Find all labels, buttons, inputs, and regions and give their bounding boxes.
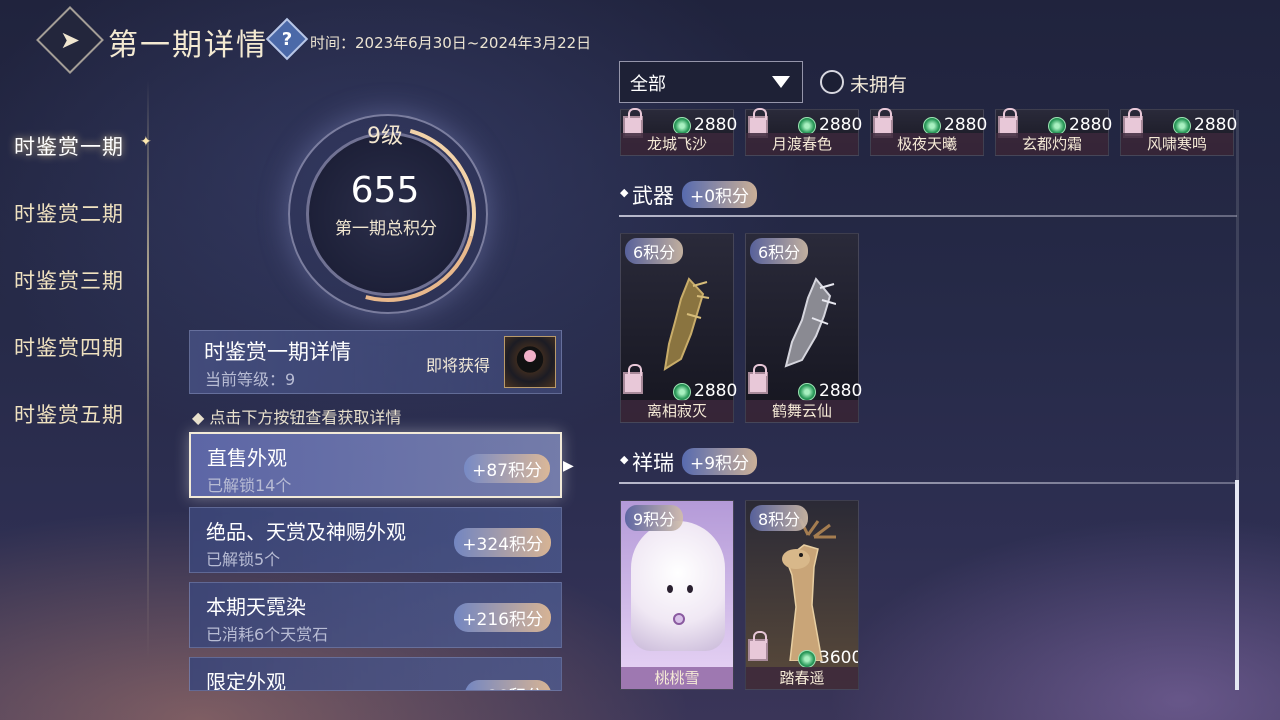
mount-card[interactable]: 9积分 桃桃雪 bbox=[620, 500, 734, 690]
eye bbox=[667, 585, 673, 593]
coming-soon-label: 即将获得 bbox=[426, 356, 491, 375]
filter-selected: 全部 bbox=[630, 74, 666, 95]
back-arrow-icon[interactable]: ➤ bbox=[52, 22, 88, 58]
section-diamond-icon: ◆ bbox=[620, 186, 629, 199]
card-name: 离相寂灭 bbox=[621, 400, 733, 422]
scrollbar-thumb[interactable] bbox=[1235, 480, 1239, 690]
lock-icon bbox=[748, 364, 768, 394]
nav-item-period-3[interactable]: 时鉴赏三期 bbox=[14, 265, 124, 295]
level-label: 9级 bbox=[367, 124, 403, 149]
card-price: 2880 bbox=[819, 115, 863, 135]
category-sub: 已解锁14个 bbox=[207, 476, 292, 495]
outfit-card[interactable]: 2880 风啸寒鸣 bbox=[1120, 108, 1238, 156]
card-points: 9积分 bbox=[625, 505, 684, 531]
category-points: +216积分 bbox=[454, 603, 551, 632]
weapon-card[interactable]: 6积分 2880 鹤舞云仙 bbox=[745, 233, 863, 423]
eye bbox=[687, 585, 693, 593]
card-points: 8积分 bbox=[750, 505, 809, 531]
category-sub: 已消耗6个天赏石 bbox=[206, 625, 329, 644]
jade-coin-icon bbox=[798, 383, 816, 401]
nav-item-period-1[interactable]: 时鉴赏一期 bbox=[14, 131, 124, 161]
upcoming-reward-thumbnail[interactable] bbox=[504, 336, 556, 388]
dropdown-caret-icon[interactable] bbox=[772, 76, 790, 88]
outfit-card[interactable]: 2880 龙城飞沙 bbox=[620, 108, 738, 156]
bunny-mount-icon bbox=[631, 521, 725, 651]
gauntlet-icon bbox=[784, 277, 836, 368]
active-marker-icon: ✦ bbox=[140, 134, 152, 150]
category-name: 限定外观 bbox=[206, 670, 286, 691]
section-diamond-icon: ◆ bbox=[620, 453, 629, 466]
date-range: 时间：2023年6月30日~2024年3月22日 bbox=[310, 34, 592, 52]
card-name: 玄都灼霜 bbox=[996, 133, 1108, 155]
category-name: 绝品、天赏及神赐外观 bbox=[206, 520, 406, 544]
card-price: 2880 bbox=[1069, 115, 1113, 135]
nav-item-period-2[interactable]: 时鉴赏二期 bbox=[14, 198, 124, 228]
card-name: 风啸寒鸣 bbox=[1121, 133, 1233, 155]
category-limited[interactable]: 限定外观 +28积分 bbox=[189, 657, 562, 691]
outfit-card[interactable]: 2880 极夜天曦 bbox=[870, 108, 988, 156]
bell-icon bbox=[673, 613, 685, 625]
lock-icon bbox=[748, 631, 768, 661]
card-price: 2880 bbox=[1194, 115, 1238, 135]
section-points-mounts: +9积分 bbox=[682, 448, 758, 475]
category-points: +324积分 bbox=[454, 528, 551, 557]
card-points: 6积分 bbox=[625, 238, 684, 264]
mount-card[interactable]: 8积分 3600 踏春遥 bbox=[745, 500, 859, 690]
category-points: +28积分 bbox=[465, 680, 551, 690]
category-dye[interactable]: 本期天霓染 已消耗6个天赏石 +216积分 bbox=[189, 582, 562, 648]
category-sub: 已解锁5个 bbox=[206, 550, 281, 569]
question-mark-icon[interactable]: ? bbox=[272, 24, 302, 54]
outfit-card[interactable]: 2880 月渡春色 bbox=[745, 108, 863, 156]
category-premium[interactable]: 绝品、天赏及神赐外观 已解锁5个 +324积分 bbox=[189, 507, 562, 573]
category-name: 本期天霓染 bbox=[206, 595, 306, 619]
nav-item-period-5[interactable]: 时鉴赏五期 bbox=[14, 399, 124, 429]
page-title: 第一期详情 bbox=[108, 28, 268, 63]
card-price: 2880 bbox=[819, 381, 863, 401]
card-price: 2880 bbox=[694, 115, 738, 135]
card-points: 6积分 bbox=[750, 238, 809, 264]
jade-coin-icon bbox=[673, 383, 691, 401]
unowned-label[interactable]: 未拥有 bbox=[850, 70, 907, 97]
section-title-weapons: 武器 bbox=[632, 184, 674, 208]
card-price: 2880 bbox=[694, 381, 738, 401]
section-title-mounts: 祥瑞 bbox=[632, 451, 674, 475]
card-price: 2880 bbox=[944, 115, 988, 135]
gauntlet-icon bbox=[663, 277, 710, 372]
card-name: 月渡春色 bbox=[746, 133, 858, 155]
section-divider bbox=[619, 215, 1237, 217]
jade-coin-icon bbox=[798, 650, 816, 668]
selected-arrow-icon: ▶ bbox=[563, 458, 574, 474]
nav-divider bbox=[147, 80, 149, 660]
card-name: 踏春遥 bbox=[746, 667, 858, 689]
section-points-weapons: +0积分 bbox=[682, 181, 758, 208]
card-name: 龙城飞沙 bbox=[621, 133, 733, 155]
total-score-label: 第一期总积分 bbox=[335, 219, 437, 239]
outfit-card[interactable]: 2880 玄都灼霜 bbox=[995, 108, 1113, 156]
total-score-value: 655 bbox=[350, 170, 420, 211]
category-direct-sale[interactable]: 直售外观 已解锁14个 +87积分 bbox=[189, 432, 562, 498]
card-name: 桃桃雪 bbox=[621, 667, 733, 689]
category-points: +87积分 bbox=[464, 454, 550, 483]
card-name: 鹤舞云仙 bbox=[746, 400, 858, 422]
flower-icon bbox=[524, 350, 536, 362]
category-name: 直售外观 bbox=[207, 446, 287, 470]
card-price: 3600 bbox=[819, 648, 859, 668]
period-info-title: 时鉴赏一期详情 bbox=[204, 340, 351, 364]
hint-text: ◆ 点击下方按钮查看获取详情 bbox=[192, 408, 402, 427]
weapon-card[interactable]: 6积分 2880 离相寂灭 bbox=[620, 233, 738, 423]
lock-icon bbox=[623, 364, 643, 394]
unowned-radio[interactable] bbox=[820, 70, 844, 94]
nav-item-period-4[interactable]: 时鉴赏四期 bbox=[14, 332, 124, 362]
section-divider bbox=[619, 482, 1237, 484]
deer-mount-icon bbox=[782, 518, 836, 661]
card-name: 极夜天曦 bbox=[871, 133, 983, 155]
current-level: 当前等级：9 bbox=[205, 370, 296, 389]
